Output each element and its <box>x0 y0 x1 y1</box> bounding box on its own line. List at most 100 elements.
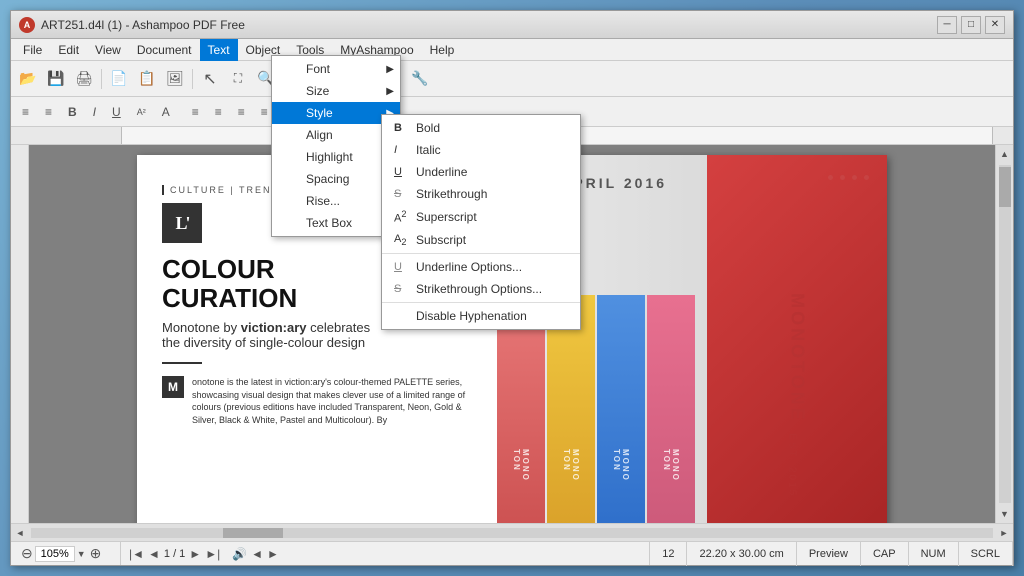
book-4: MONOTON <box>647 295 695 523</box>
zoom-controls: ⊖ 105% ▼ ⊕ <box>17 545 105 562</box>
align-label: Align <box>306 128 333 142</box>
first-page-button[interactable]: |◄ <box>129 547 144 561</box>
status-mode: Preview <box>797 542 861 566</box>
bold-style-icon: B <box>394 122 412 134</box>
align4-button[interactable]: ≡ <box>231 101 252 123</box>
pdf-initial-m: M <box>162 376 184 398</box>
menu-bar: File Edit View Document Text Object Tool… <box>11 39 1013 61</box>
italic-style-icon: I <box>394 144 412 156</box>
scroll-thumb[interactable] <box>999 167 1011 207</box>
close-button[interactable]: ✕ <box>985 16 1005 34</box>
scroll-right-button[interactable]: ► <box>995 524 1013 542</box>
italic-format-button[interactable]: I <box>86 101 103 123</box>
pdf-divider <box>162 362 202 364</box>
style-underline-item[interactable]: U Underline <box>382 161 580 183</box>
strikethrough-format-button[interactable]: A <box>155 101 177 123</box>
subscript-style-icon: A2 <box>394 233 412 247</box>
title-bar: A ART251.d4l (1) - Ashampoo PDF Free ─ □… <box>11 11 1013 39</box>
align2-button[interactable]: ≡ <box>185 101 206 123</box>
menu-font-item[interactable]: Font ▶ <box>272 58 400 80</box>
font-arrow-icon: ▶ <box>386 64 394 75</box>
cursor-button[interactable]: ⛶ <box>225 66 251 92</box>
superscript-style-label: Superscript <box>416 210 477 224</box>
forward-nav-button[interactable]: ► <box>267 547 279 561</box>
highlight-label: Highlight <box>306 150 353 164</box>
menu-file[interactable]: File <box>15 39 50 61</box>
menu-document[interactable]: Document <box>129 39 200 61</box>
zoom-dropdown-icon[interactable]: ▼ <box>77 549 86 559</box>
style-superscript-item[interactable]: A2 Superscript <box>382 205 580 229</box>
menu-text[interactable]: Text <box>200 39 238 61</box>
h-scroll-track[interactable] <box>31 528 993 538</box>
open-button[interactable]: 📂 <box>15 66 41 92</box>
bold-style-label: Bold <box>416 121 440 135</box>
page-button[interactable]: 📄 <box>106 66 132 92</box>
align3-button[interactable]: ≡ <box>208 101 229 123</box>
monotone-text: MONOTONE <box>787 293 808 423</box>
page-info: 1 / 1 <box>164 548 185 560</box>
bottom-scrollbar: ◄ ► <box>11 523 1013 541</box>
toolbar-sep-1 <box>101 69 102 89</box>
strikethrough-style-label: Strikethrough <box>416 187 487 201</box>
underline-format-button[interactable]: U <box>105 101 128 123</box>
left-ruler <box>11 145 29 523</box>
status-caps: CAP <box>861 542 909 566</box>
next-page-button[interactable]: ► <box>189 547 201 561</box>
style-strikethrough-item[interactable]: S Strikethrough <box>382 183 580 205</box>
style-subscript-item[interactable]: A2 Subscript <box>382 229 580 251</box>
font-label: Font <box>306 62 330 76</box>
style-bold-item[interactable]: B Bold <box>382 117 580 139</box>
menu-help[interactable]: Help <box>422 39 463 61</box>
rise-label: Rise... <box>306 194 340 208</box>
style-label: Style <box>306 106 333 120</box>
zoom-value[interactable]: 105% <box>35 546 75 562</box>
strikethrough-options-icon: S <box>394 283 412 295</box>
align-center-button[interactable]: ≡ <box>38 101 59 123</box>
style-italic-item[interactable]: I Italic <box>382 139 580 161</box>
align-left-button[interactable]: ≡ <box>15 101 36 123</box>
decorative-dots <box>828 175 872 180</box>
textbox-label: Text Box <box>306 216 352 230</box>
print-button[interactable]: 🖨 <box>71 66 97 92</box>
est-text: EST. 2015 <box>787 433 798 497</box>
menu-size-item[interactable]: Size ▶ <box>272 80 400 102</box>
status-dimensions: 22.20 x 30.00 cm <box>687 542 796 566</box>
pages-button[interactable]: 📋 <box>134 66 160 92</box>
underline-style-label: Underline <box>416 165 467 179</box>
maximize-button[interactable]: □ <box>961 16 981 34</box>
menu-edit[interactable]: Edit <box>50 39 87 61</box>
bold-format-button[interactable]: B <box>61 101 84 123</box>
scroll-track[interactable] <box>999 165 1011 503</box>
style-disable-hyphenation-item[interactable]: Disable Hyphenation <box>382 305 580 327</box>
superscript-format-button[interactable]: A² <box>130 101 153 123</box>
book-3: MONOTON <box>597 295 645 523</box>
status-zoom-area: ⊖ 105% ▼ ⊕ <box>11 542 121 565</box>
image-button[interactable]: 🖼 <box>162 66 188 92</box>
style-strikethrough-options-item[interactable]: S Strikethrough Options... <box>382 278 580 300</box>
scroll-up-button[interactable]: ▲ <box>996 145 1014 163</box>
last-page-button[interactable]: ►| <box>205 547 220 561</box>
style-underline-options-item[interactable]: U Underline Options... <box>382 256 580 278</box>
minimize-button[interactable]: ─ <box>937 16 957 34</box>
strikethrough-style-icon: S <box>394 188 412 200</box>
h-scroll-thumb[interactable] <box>223 528 283 538</box>
scroll-left-button[interactable]: ◄ <box>11 524 29 542</box>
size-label: Size <box>306 84 329 98</box>
save-button[interactable]: 💾 <box>43 66 69 92</box>
status-bar: ⊖ 105% ▼ ⊕ |◄ ◄ 1 / 1 ► ►| 🔊 ◄ ► 12 22.2… <box>11 541 1013 565</box>
pdf-body-text: M onotone is the latest in viction:ary's… <box>162 376 472 426</box>
back-nav-button[interactable]: ◄ <box>251 547 263 561</box>
zoom-out-icon[interactable]: ⊖ <box>21 545 33 562</box>
audio-button[interactable]: 🔊 <box>232 547 247 561</box>
stamp-button[interactable]: 🔧 <box>407 66 433 92</box>
select-button[interactable]: ↖ <box>197 66 223 92</box>
status-position: 12 <box>650 542 687 566</box>
prev-page-button[interactable]: ◄ <box>148 547 160 561</box>
big-red-book: MONOTONE EST. 2015 M <box>707 155 887 523</box>
menu-view[interactable]: View <box>87 39 129 61</box>
italic-style-label: Italic <box>416 143 441 157</box>
underline-style-icon: U <box>394 166 412 178</box>
scroll-down-button[interactable]: ▼ <box>996 505 1014 523</box>
zoom-in-icon[interactable]: ⊕ <box>90 545 102 562</box>
main-window: A ART251.d4l (1) - Ashampoo PDF Free ─ □… <box>10 10 1014 566</box>
